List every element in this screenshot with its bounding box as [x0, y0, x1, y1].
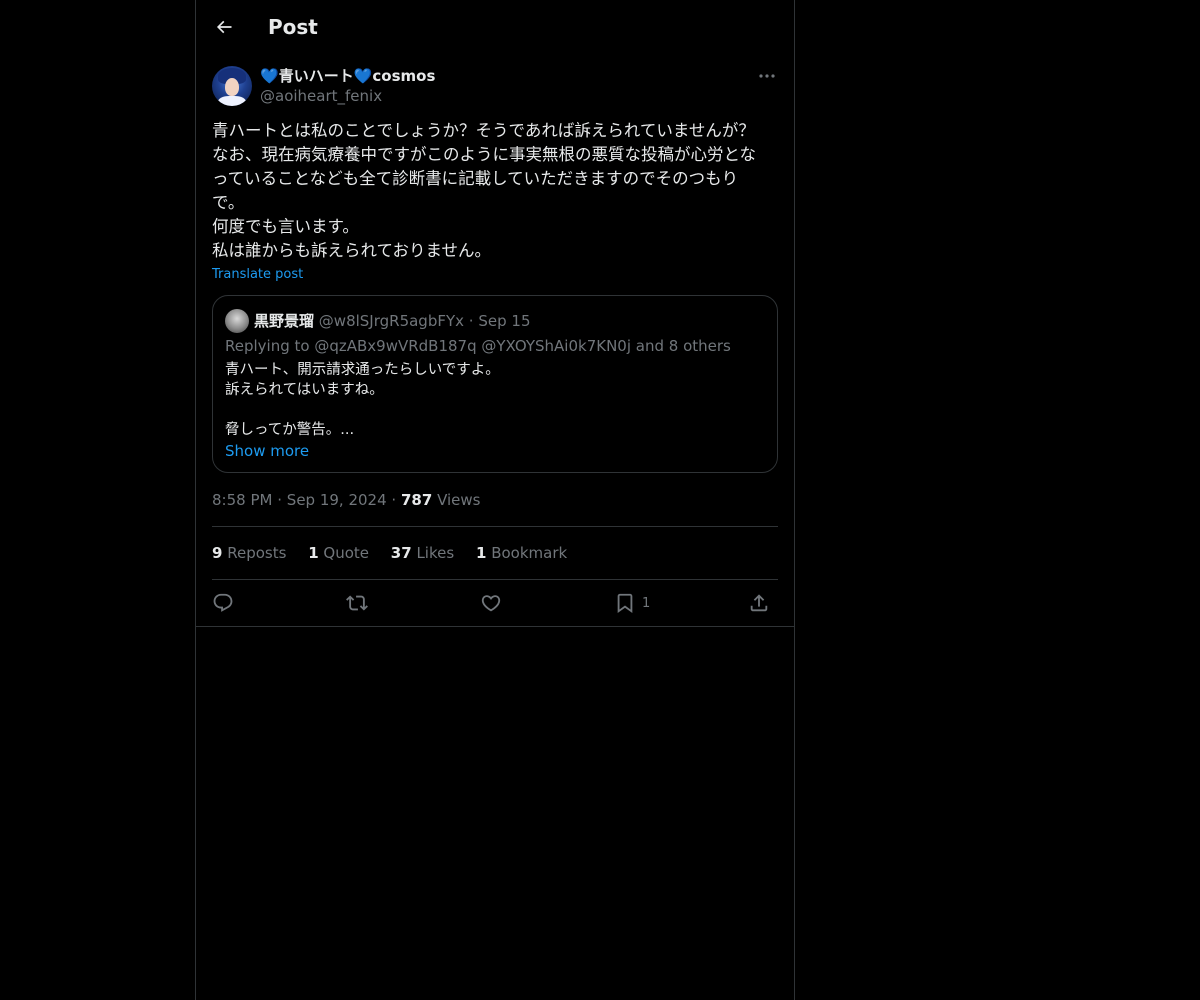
heart-icon	[481, 595, 501, 612]
bookmark-button[interactable]: 1	[614, 589, 650, 617]
post-header: Post	[196, 0, 794, 54]
repost-button[interactable]	[346, 589, 368, 617]
post-date[interactable]: Sep 19, 2024	[287, 491, 387, 509]
quoted-replying-to: Replying to @qzABx9wVRdB187q @YXOYShAi0k…	[225, 337, 731, 355]
share-icon	[750, 594, 768, 612]
page-title: Post	[268, 15, 318, 39]
repost-icon	[346, 595, 368, 611]
author-display-name[interactable]: 💙青いハート💙cosmos	[260, 66, 435, 86]
back-button[interactable]	[208, 11, 240, 43]
bookmarks-stat[interactable]: 1 Bookmark	[476, 543, 567, 563]
translate-post-link[interactable]: Translate post	[212, 266, 303, 284]
author-avatar[interactable]	[212, 66, 252, 106]
blue-heart-emoji: 💙	[260, 67, 279, 85]
post-meta: 8:58 PM · Sep 19, 2024 · 787 Views	[212, 491, 481, 509]
post-body-text: 青ハートとは私のことでしょうか？そうであれば訴えられていませんが？ なお、現在病…	[212, 121, 757, 260]
action-bar: 1	[212, 589, 778, 617]
views-label: Views	[437, 491, 481, 509]
more-horizontal-icon	[759, 74, 775, 78]
likes-stat[interactable]: 37 Likes	[391, 543, 454, 563]
reply-icon	[213, 593, 233, 612]
quoted-post-date: Sep 15	[478, 312, 531, 330]
quoted-post-text: 青ハート、開示請求通ったらしいですよ。 訴えられてはいますね。 脅しってか警告。…	[225, 362, 500, 438]
post-author: 💙青いハート💙cosmos @aoiheart_fenix	[212, 66, 778, 106]
post-column: Post 💙青いハート💙cosmos @aoiheart_fenix 青ハートと…	[195, 0, 795, 1000]
reply-button[interactable]	[212, 589, 234, 617]
divider	[212, 526, 778, 527]
bookmark-icon	[617, 593, 633, 614]
arrow-left-icon	[216, 20, 232, 34]
divider	[212, 579, 778, 580]
quoted-post-header: 黒野景瑠 @w8lSJrgR5agbFYx · Sep 15	[254, 312, 531, 330]
share-button[interactable]	[748, 589, 770, 617]
quoted-author-name: 黒野景瑠	[254, 312, 315, 330]
more-button[interactable]	[756, 66, 778, 86]
divider	[196, 626, 794, 627]
like-button[interactable]	[480, 589, 502, 617]
reposts-stat[interactable]: 9 Reposts	[212, 543, 286, 563]
quotes-stat[interactable]: 1 Quote	[308, 543, 369, 563]
quoted-author-avatar	[225, 309, 249, 333]
bookmark-count: 1	[642, 595, 651, 611]
show-more-link[interactable]: Show more	[225, 441, 309, 461]
quoted-post[interactable]: 黒野景瑠 @w8lSJrgR5agbFYx · Sep 15 Replying …	[212, 295, 778, 473]
blue-heart-emoji: 💙	[353, 67, 373, 85]
views-count: 787	[400, 491, 433, 509]
quoted-author-handle: @w8lSJrgR5agbFYx	[318, 312, 465, 330]
post-time[interactable]: 8:58 PM	[212, 491, 272, 509]
engagement-stats: 9 Reposts 1 Quote 37 Likes 1 Bookmark	[212, 543, 584, 563]
author-handle[interactable]: @aoiheart_fenix	[260, 86, 382, 106]
